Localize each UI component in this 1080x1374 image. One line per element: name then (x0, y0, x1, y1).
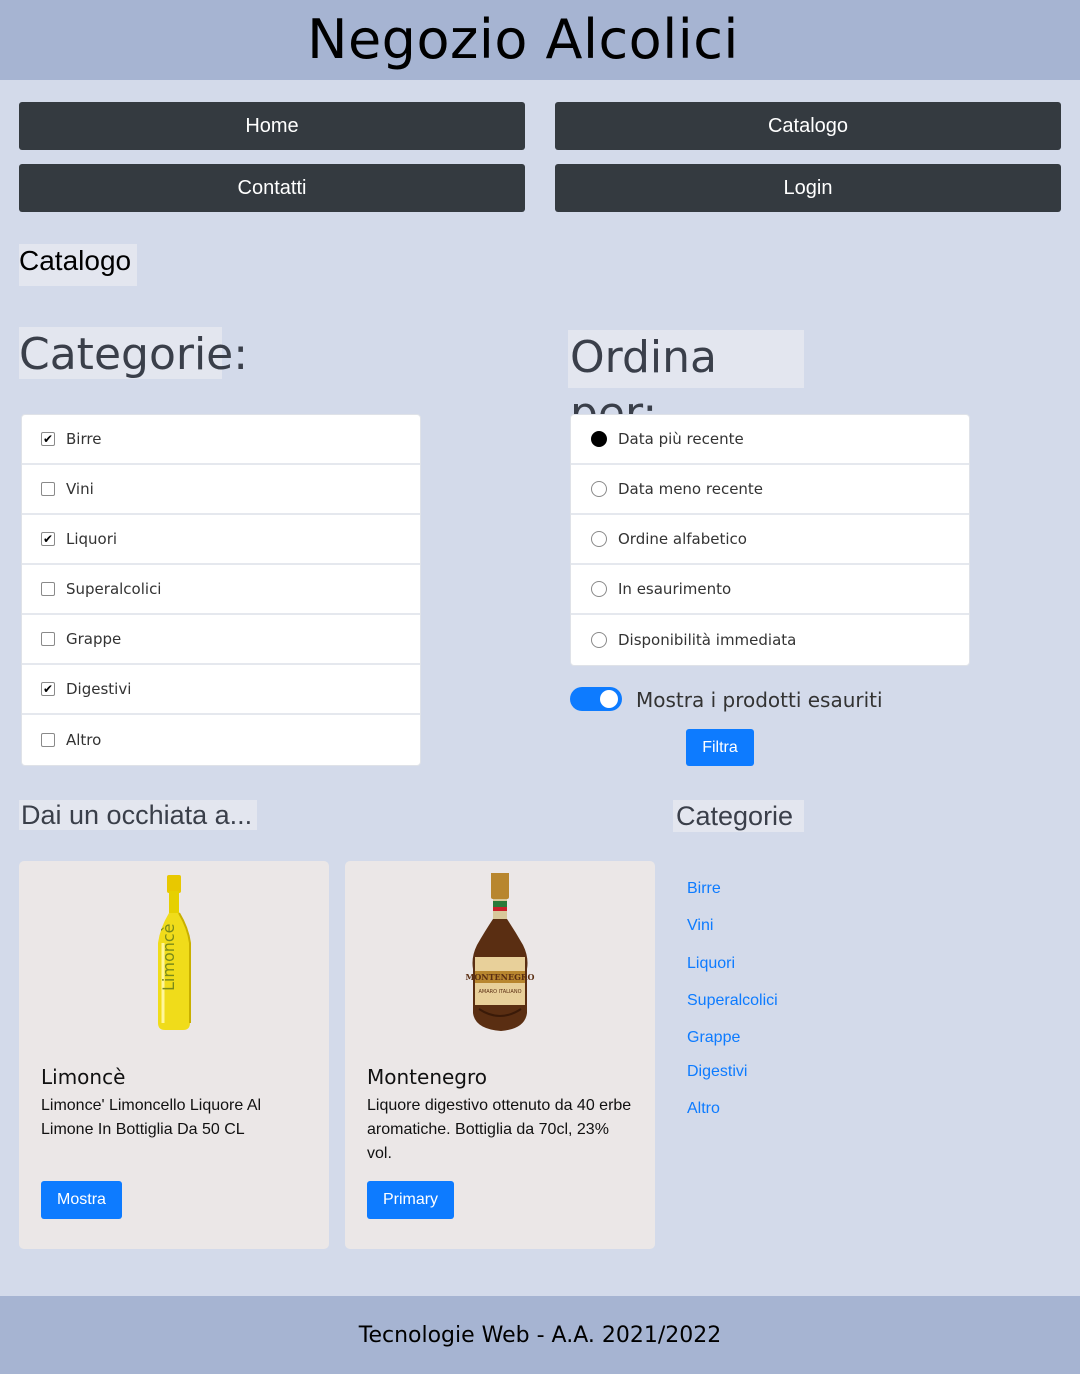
sidebar-link-altro[interactable]: Altro (687, 1100, 720, 1118)
sort-option-label: In esaurimento (618, 580, 732, 598)
checkbox[interactable] (41, 482, 55, 496)
site-footer: Tecnologie Web - A.A. 2021/2022 (0, 1296, 1080, 1374)
sidebar-categories-heading: Categorie (673, 800, 804, 832)
category-filter-label: Vini (66, 480, 94, 498)
radio[interactable] (591, 481, 607, 497)
sort-options-list: Data più recente Data meno recente Ordin… (570, 414, 970, 666)
category-filter-label: Grappe (66, 630, 122, 648)
checkbox[interactable] (41, 733, 55, 747)
montenegro-bottle-image: MONTENEGRO AMARO ITALIANO (465, 873, 535, 1031)
nav-contatti-button[interactable]: Contatti (19, 164, 525, 212)
sort-option-label: Ordine alfabetico (618, 530, 747, 548)
sidebar-link-liquori[interactable]: Liquori (687, 955, 735, 973)
sort-option[interactable]: Data meno recente (571, 465, 969, 515)
sort-option-label: Data meno recente (618, 480, 764, 498)
limonce-bottle-image: Limoncè (158, 875, 191, 1030)
nav-login-button[interactable]: Login (555, 164, 1061, 212)
category-filter-label: Superalcolici (66, 580, 162, 598)
category-filter-label: Digestivi (66, 680, 132, 698)
product-card: MONTENEGRO AMARO ITALIANO Montenegro Liq… (345, 861, 655, 1249)
sort-option[interactable]: Ordine alfabetico (571, 515, 969, 565)
category-filter-item[interactable]: ✔ Birre (22, 415, 420, 465)
radio-selected[interactable] (591, 431, 607, 447)
sort-option-label: Disponibilità immediata (618, 631, 797, 649)
category-filter-item[interactable]: ✔ Liquori (22, 515, 420, 565)
radio[interactable] (591, 581, 607, 597)
footer-text: Tecnologie Web - A.A. 2021/2022 (358, 1323, 722, 1348)
sidebar-link-vini[interactable]: Vini (687, 917, 713, 935)
svg-text:Limoncè: Limoncè (159, 923, 178, 991)
radio[interactable] (591, 632, 607, 648)
site-title: Negozio Alcolici (307, 8, 739, 71)
sort-option-label: Data più recente (618, 430, 744, 448)
category-filter-item[interactable]: Superalcolici (22, 565, 420, 615)
primary-button[interactable]: Primary (367, 1181, 454, 1219)
toggle-knob (600, 690, 618, 708)
checkbox-checked[interactable]: ✔ (41, 432, 55, 446)
checkbox[interactable] (41, 632, 55, 646)
checkbox[interactable] (41, 582, 55, 596)
filter-button[interactable]: Filtra (686, 729, 754, 766)
svg-text:AMARO ITALIANO: AMARO ITALIANO (478, 989, 521, 995)
category-filter-list: ✔ Birre Vini ✔ Liquori Superalcolici Gra… (21, 414, 421, 766)
category-filter-label: Birre (66, 430, 102, 448)
product-card-title: Limoncè (41, 1065, 126, 1089)
show-soldout-toggle[interactable] (570, 687, 622, 711)
category-filter-label: Liquori (66, 530, 118, 548)
category-filter-item[interactable]: ✔ Digestivi (22, 665, 420, 715)
product-card-text: Limonce' Limoncello Liquore Al Limone In… (41, 1097, 262, 1138)
nav-home-button[interactable]: Home (19, 102, 525, 150)
sidebar-link-digestivi[interactable]: Digestivi (687, 1063, 747, 1081)
checkbox-checked[interactable]: ✔ (41, 682, 55, 696)
featured-heading: Dai un occhiata a... (19, 800, 257, 830)
product-card: Limoncè Limoncè Limonce' Limoncello Liqu… (19, 861, 329, 1249)
radio[interactable] (591, 531, 607, 547)
sort-option[interactable]: Disponibilità immediata (571, 615, 969, 665)
show-soldout-label: Mostra i prodotti esauriti (636, 688, 883, 712)
product-card-title: Montenegro (367, 1065, 488, 1089)
categories-heading: Categorie: (19, 327, 249, 380)
category-filter-label: Altro (66, 731, 102, 749)
sidebar-link-superalcolici[interactable]: Superalcolici (687, 992, 778, 1010)
sort-heading: Ordina per: (568, 330, 804, 439)
site-header: Negozio Alcolici (0, 0, 1080, 80)
sidebar-link-birre[interactable]: Birre (687, 880, 721, 898)
category-filter-item[interactable]: Altro (22, 715, 420, 765)
category-filter-item[interactable]: Grappe (22, 615, 420, 665)
sort-option[interactable]: Data più recente (571, 415, 969, 465)
sidebar-link-grappe[interactable]: Grappe (687, 1029, 740, 1047)
svg-text:MONTENEGRO: MONTENEGRO (465, 972, 534, 982)
checkbox-checked[interactable]: ✔ (41, 532, 55, 546)
nav-catalogo-button[interactable]: Catalogo (555, 102, 1061, 150)
page-title: Catalogo (19, 244, 137, 286)
category-filter-item[interactable]: Vini (22, 465, 420, 515)
sort-option[interactable]: In esaurimento (571, 565, 969, 615)
product-card-text: Liquore digestivo ottenuto da 40 erbe ar… (367, 1097, 632, 1162)
show-product-button[interactable]: Mostra (41, 1181, 122, 1219)
